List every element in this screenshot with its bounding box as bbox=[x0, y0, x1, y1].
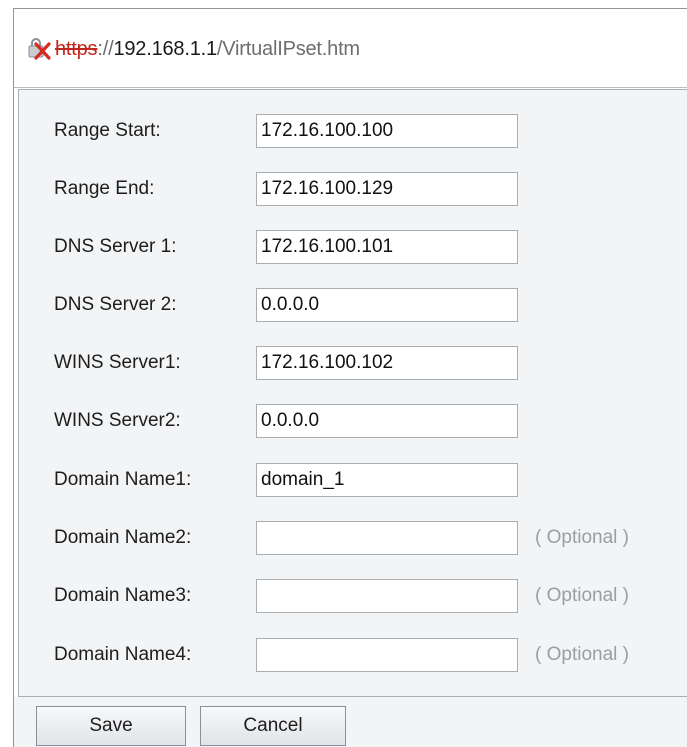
domain-name-4-label: Domain Name4: bbox=[54, 644, 192, 665]
domain-name-3-input[interactable] bbox=[256, 579, 518, 613]
wins-server-1-label: WINS Server1: bbox=[54, 352, 181, 373]
range-end-input[interactable] bbox=[256, 172, 518, 206]
address-bar[interactable]: https :// 192.168.1.1 /VirtualIPset.htm bbox=[14, 9, 687, 88]
field-row-dns-server-1: DNS Server 1: bbox=[19, 230, 687, 264]
dns-server-1-label: DNS Server 1: bbox=[54, 236, 177, 257]
field-row-dns-server-2: DNS Server 2: bbox=[19, 288, 687, 322]
field-row-range-start: Range Start: bbox=[19, 114, 687, 148]
wins-server-2-label: WINS Server2: bbox=[54, 410, 181, 431]
save-button[interactable]: Save bbox=[36, 706, 186, 746]
field-row-domain-name-4: Domain Name4: ( Optional ) bbox=[19, 638, 687, 672]
optional-note: ( Optional ) bbox=[535, 644, 629, 665]
wins-server-2-input[interactable] bbox=[256, 404, 518, 438]
optional-note: ( Optional ) bbox=[535, 585, 629, 606]
url-host: 192.168.1.1 bbox=[113, 37, 217, 60]
optional-note: ( Optional ) bbox=[535, 527, 629, 548]
dns-server-2-input[interactable] bbox=[256, 288, 518, 322]
url-path: /VirtualIPset.htm bbox=[216, 37, 360, 60]
dns-server-1-input[interactable] bbox=[256, 230, 518, 264]
url-scheme: https bbox=[55, 37, 98, 60]
dns-server-2-label: DNS Server 2: bbox=[54, 294, 177, 315]
range-start-input[interactable] bbox=[256, 114, 518, 148]
browser-window: https :// 192.168.1.1 /VirtualIPset.htm … bbox=[13, 8, 687, 747]
field-row-wins-server-1: WINS Server1: bbox=[19, 346, 687, 380]
wins-server-1-input[interactable] bbox=[256, 346, 518, 380]
domain-name-2-label: Domain Name2: bbox=[54, 527, 192, 548]
domain-name-1-label: Domain Name1: bbox=[54, 469, 192, 490]
url-display[interactable]: https :// 192.168.1.1 /VirtualIPset.htm bbox=[27, 36, 360, 62]
field-row-domain-name-3: Domain Name3: ( Optional ) bbox=[19, 579, 687, 613]
url-separator: :// bbox=[97, 37, 114, 60]
cancel-button[interactable]: Cancel bbox=[200, 706, 346, 746]
field-row-wins-server-2: WINS Server2: bbox=[19, 404, 687, 438]
virtual-ip-settings-form: Range Start: Range End: DNS Server 1: DN… bbox=[18, 89, 687, 697]
button-bar: Save Cancel bbox=[14, 697, 687, 747]
field-row-domain-name-1: Domain Name1: bbox=[19, 463, 687, 497]
range-start-label: Range Start: bbox=[54, 120, 161, 141]
field-row-domain-name-2: Domain Name2: ( Optional ) bbox=[19, 521, 687, 555]
range-end-label: Range End: bbox=[54, 178, 155, 199]
domain-name-1-input[interactable] bbox=[256, 463, 518, 497]
certificate-error-icon[interactable] bbox=[27, 37, 53, 61]
field-row-range-end: Range End: bbox=[19, 172, 687, 206]
domain-name-3-label: Domain Name3: bbox=[54, 585, 192, 606]
domain-name-2-input[interactable] bbox=[256, 521, 518, 555]
domain-name-4-input[interactable] bbox=[256, 638, 518, 672]
